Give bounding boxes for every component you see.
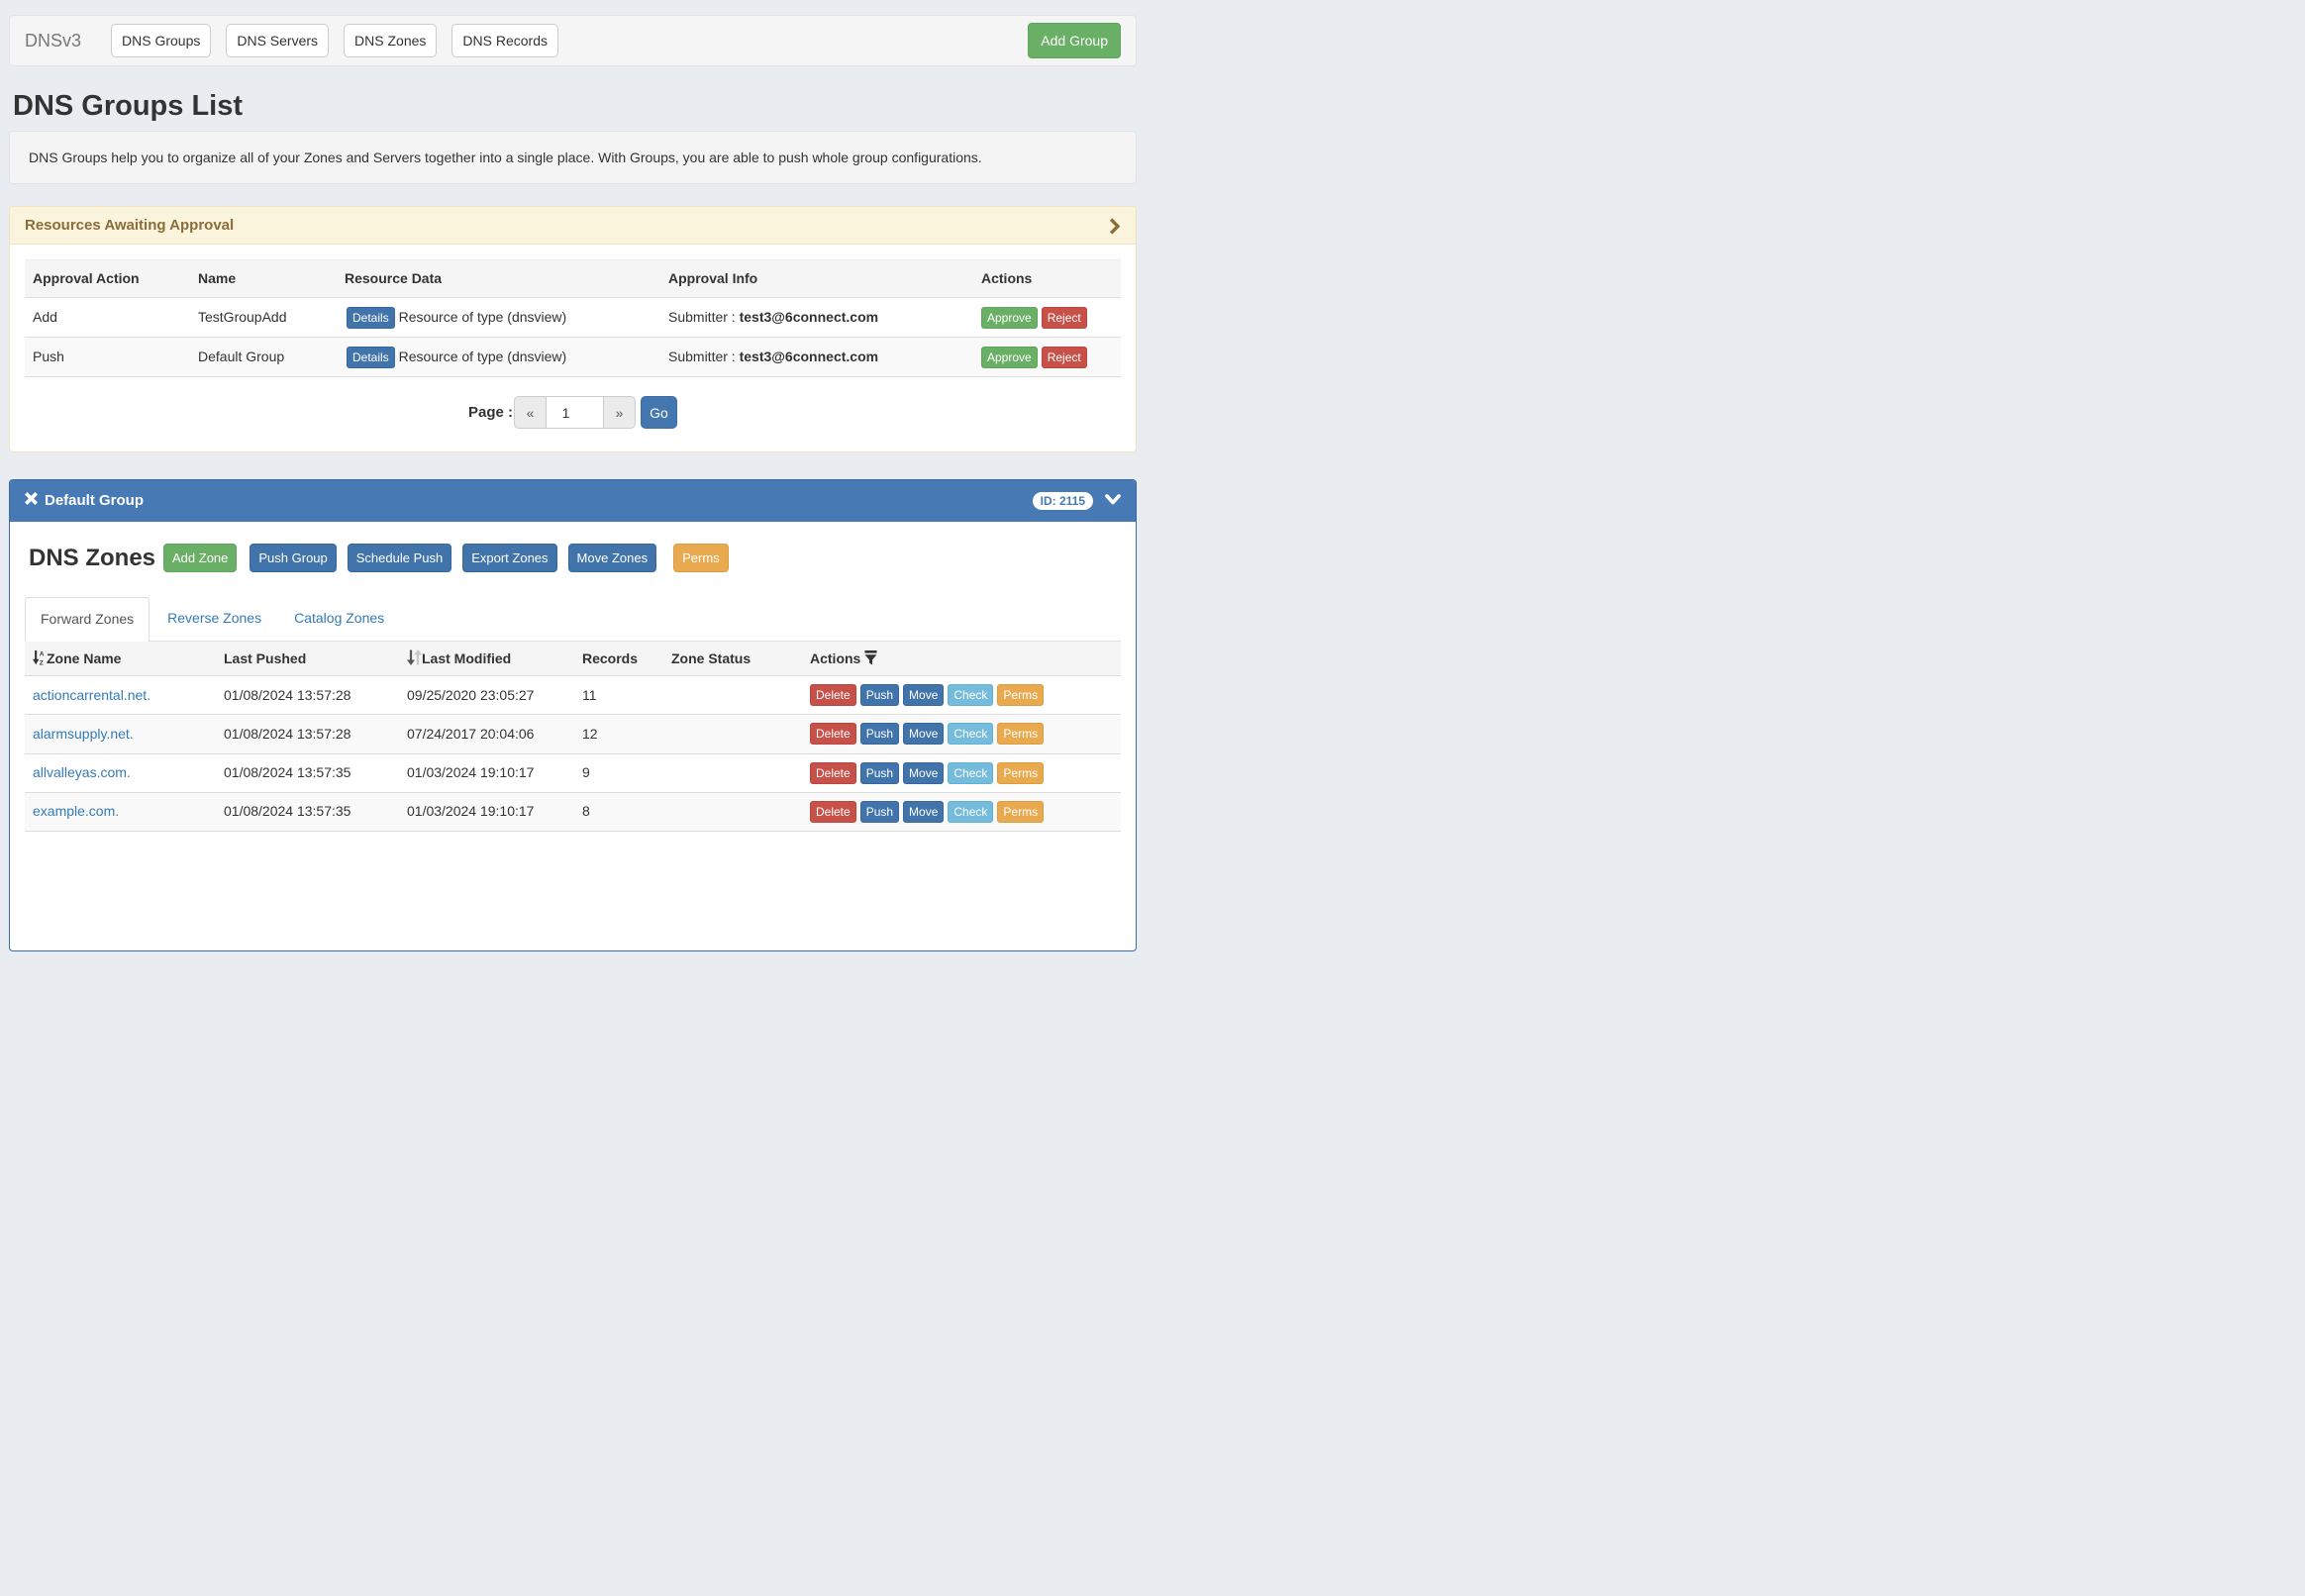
svg-text:Z: Z [40,659,44,665]
svg-text:A: A [40,650,45,657]
